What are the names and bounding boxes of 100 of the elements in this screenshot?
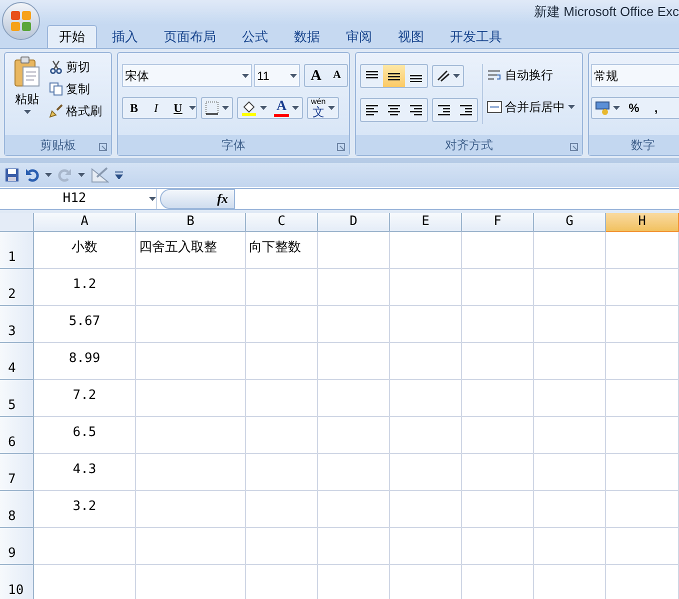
currency-icon[interactable]: [595, 101, 611, 115]
table-cell[interactable]: [390, 491, 462, 528]
font-name-dropdown[interactable]: 宋体: [122, 64, 252, 87]
table-cell[interactable]: [390, 417, 462, 454]
merge-center-button[interactable]: 合并后居中: [487, 96, 575, 118]
column-header[interactable]: E: [390, 213, 462, 232]
column-header[interactable]: A: [34, 213, 136, 232]
ruler-icon[interactable]: [91, 167, 109, 183]
copy-button[interactable]: 复制: [49, 79, 102, 98]
borders-icon[interactable]: [205, 101, 219, 115]
row-header[interactable]: 6: [0, 417, 34, 454]
undo-icon[interactable]: [25, 168, 39, 182]
table-cell[interactable]: [246, 454, 318, 491]
ribbon-tab[interactable]: 插入: [101, 25, 149, 48]
column-header[interactable]: B: [136, 213, 246, 232]
table-cell[interactable]: [136, 306, 246, 343]
table-cell[interactable]: [390, 306, 462, 343]
table-cell[interactable]: [246, 380, 318, 417]
table-cell[interactable]: [462, 454, 534, 491]
row-header[interactable]: 9: [0, 528, 34, 565]
table-cell[interactable]: [136, 380, 246, 417]
orientation-button[interactable]: [432, 65, 464, 87]
table-cell[interactable]: 4.3: [34, 454, 136, 491]
font-color-button[interactable]: A: [274, 100, 289, 116]
ribbon-tab[interactable]: 页面布局: [153, 25, 227, 48]
percent-button[interactable]: %: [623, 99, 645, 117]
table-cell[interactable]: [390, 380, 462, 417]
insert-function-button[interactable]: fx: [217, 189, 228, 209]
fill-color-icon[interactable]: [241, 100, 257, 116]
ribbon-tab[interactable]: 开发工具: [439, 25, 513, 48]
table-cell[interactable]: [246, 528, 318, 565]
table-cell[interactable]: 向下整数: [246, 232, 318, 269]
row-header[interactable]: 5: [0, 380, 34, 417]
table-cell[interactable]: [318, 343, 390, 380]
table-cell[interactable]: 小数: [34, 232, 136, 269]
table-cell[interactable]: [606, 528, 679, 565]
table-cell[interactable]: [606, 306, 679, 343]
number-format-dropdown[interactable]: 常规: [591, 64, 679, 87]
bold-button[interactable]: B: [123, 99, 145, 117]
table-cell[interactable]: [34, 528, 136, 565]
table-cell[interactable]: [462, 232, 534, 269]
table-cell[interactable]: [606, 454, 679, 491]
table-cell[interactable]: [246, 343, 318, 380]
format-painter-button[interactable]: 格式刷: [49, 101, 102, 120]
table-cell[interactable]: [606, 491, 679, 528]
table-cell[interactable]: [318, 380, 390, 417]
table-cell[interactable]: [318, 454, 390, 491]
row-header[interactable]: 8: [0, 491, 34, 528]
table-cell[interactable]: [534, 306, 606, 343]
underline-button[interactable]: U: [167, 99, 189, 117]
table-cell[interactable]: [606, 380, 679, 417]
row-header[interactable]: 1: [0, 232, 34, 269]
table-cell[interactable]: [390, 528, 462, 565]
table-cell[interactable]: [136, 343, 246, 380]
table-cell[interactable]: [462, 380, 534, 417]
table-cell[interactable]: [534, 528, 606, 565]
table-cell[interactable]: [534, 417, 606, 454]
table-cell[interactable]: [462, 306, 534, 343]
wrap-text-button[interactable]: 自动换行: [487, 64, 575, 86]
ribbon-tab[interactable]: 开始: [47, 25, 97, 48]
table-cell[interactable]: [462, 491, 534, 528]
save-icon[interactable]: [5, 168, 19, 182]
table-cell[interactable]: [246, 417, 318, 454]
paste-button[interactable]: 粘贴: [9, 56, 45, 135]
italic-button[interactable]: I: [145, 99, 167, 117]
table-cell[interactable]: 3.2: [34, 491, 136, 528]
table-cell[interactable]: [606, 343, 679, 380]
phonetic-guide-button[interactable]: wén 文: [307, 97, 339, 119]
row-header[interactable]: 2: [0, 269, 34, 306]
dialog-launcher-icon[interactable]: [337, 143, 345, 151]
column-header[interactable]: C: [246, 213, 318, 232]
table-cell[interactable]: [390, 232, 462, 269]
table-cell[interactable]: [318, 269, 390, 306]
row-header[interactable]: 4: [0, 343, 34, 380]
table-cell[interactable]: [534, 380, 606, 417]
name-box[interactable]: H12: [0, 189, 157, 209]
table-cell[interactable]: [136, 528, 246, 565]
row-header[interactable]: 3: [0, 306, 34, 343]
row-header[interactable]: 7: [0, 454, 34, 491]
table-cell[interactable]: 四舍五入取整: [136, 232, 246, 269]
dialog-launcher-icon[interactable]: [99, 143, 107, 151]
table-cell[interactable]: [606, 232, 679, 269]
table-cell[interactable]: [318, 232, 390, 269]
table-cell[interactable]: 6.5: [34, 417, 136, 454]
table-cell[interactable]: [462, 343, 534, 380]
column-header[interactable]: H: [606, 213, 679, 232]
select-all-corner[interactable]: [0, 213, 34, 232]
office-button[interactable]: [2, 2, 40, 40]
font-size-dropdown[interactable]: 11: [254, 64, 300, 87]
grow-font-button[interactable]: A: [305, 65, 327, 86]
ribbon-tab[interactable]: 公式: [231, 25, 279, 48]
table-cell[interactable]: [462, 269, 534, 306]
comma-button[interactable]: ,: [645, 99, 667, 117]
table-cell[interactable]: [462, 417, 534, 454]
table-cell[interactable]: [534, 343, 606, 380]
table-cell[interactable]: [318, 528, 390, 565]
column-header[interactable]: D: [318, 213, 390, 232]
ribbon-tab[interactable]: 审阅: [335, 25, 383, 48]
row-header[interactable]: 10: [0, 565, 34, 599]
shrink-font-button[interactable]: A: [327, 65, 347, 86]
